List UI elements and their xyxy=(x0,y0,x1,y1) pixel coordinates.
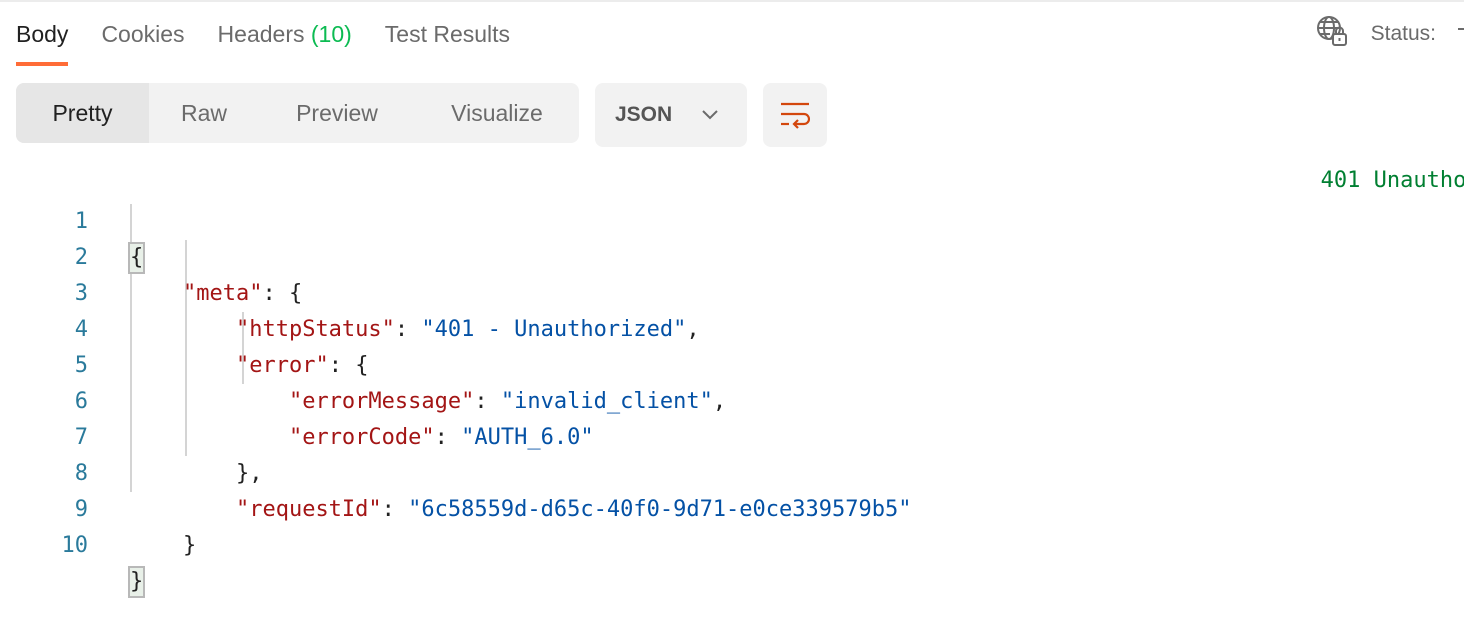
wrap-lines-button[interactable] xyxy=(763,83,827,147)
tab-headers[interactable]: Headers (10) xyxy=(218,2,352,66)
response-status: Status: 401 Unauthorized xyxy=(1315,2,1464,193)
tab-headers-label: Headers xyxy=(217,21,305,47)
code-line: 7 }, xyxy=(0,384,1464,486)
clipped-toolbar-item xyxy=(1458,28,1464,30)
chevron-down-icon xyxy=(702,110,718,120)
code-line: 6 "errorCode": "AUTH_6.0" xyxy=(0,348,1464,450)
view-mode-selector: Pretty Raw Preview Visualize xyxy=(16,83,579,143)
status-label: Status: xyxy=(1370,22,1436,45)
code-line: 1 { xyxy=(0,168,1464,274)
tab-test-results-label: Test Results xyxy=(384,21,511,47)
tab-body-label: Body xyxy=(16,21,69,47)
view-mode-visualize[interactable]: Visualize xyxy=(415,83,579,143)
response-body-editor[interactable]: 1 { 2 "meta": { 3 "httpStatus": "401 - U… xyxy=(0,168,1464,598)
code-line: 9 } xyxy=(0,456,1464,558)
code-line: 8 "requestId": "6c58559d-d65c-40f0-9d71-… xyxy=(0,420,1464,522)
format-dropdown-value: JSON xyxy=(615,103,673,126)
code-line: 3 "httpStatus": "401 - Unauthorized", xyxy=(0,240,1464,342)
view-mode-raw[interactable]: Raw xyxy=(149,83,259,143)
tab-cookies-label: Cookies xyxy=(101,21,185,47)
headers-count-badge: (10) xyxy=(310,21,352,47)
tab-body[interactable]: Body xyxy=(16,2,69,66)
view-mode-preview[interactable]: Preview xyxy=(259,83,415,143)
wrap-lines-icon xyxy=(781,102,810,129)
format-dropdown[interactable]: JSON xyxy=(595,83,747,147)
matched-bracket: } xyxy=(127,566,146,598)
tab-cookies[interactable]: Cookies xyxy=(101,2,184,66)
code-line: 4 "error": { xyxy=(0,276,1464,378)
tab-test-results[interactable]: Test Results xyxy=(385,2,510,66)
response-tabs: Body Cookies Headers (10) Test Results xyxy=(16,2,543,66)
globe-lock-icon[interactable] xyxy=(1315,14,1371,54)
view-mode-pretty[interactable]: Pretty xyxy=(16,83,149,143)
code-line: 10 } xyxy=(0,492,1464,598)
code-line: 5 "errorMessage": "invalid_client", xyxy=(0,312,1464,414)
code-line: 2 "meta": { xyxy=(0,204,1464,306)
line-number: 10 xyxy=(61,533,89,558)
